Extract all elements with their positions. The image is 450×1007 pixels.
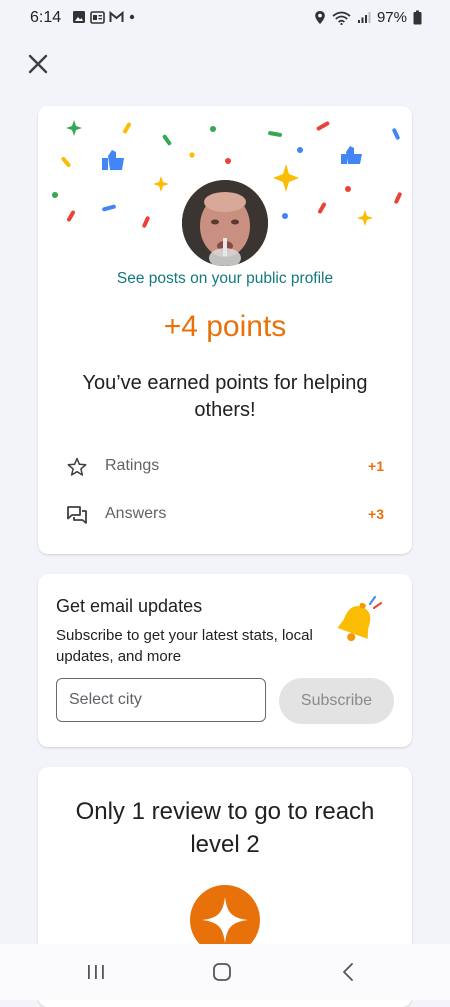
battery-percent: 97% [376, 9, 407, 26]
wifi-icon [332, 11, 351, 25]
select-city-input[interactable] [56, 678, 266, 722]
stat-value: +3 [368, 506, 384, 522]
email-card-description: Subscribe to get your latest stats, loca… [56, 627, 313, 665]
stat-label: Ratings [105, 457, 160, 474]
news-icon [90, 10, 105, 24]
home-icon[interactable] [212, 962, 232, 982]
qa-icon [67, 506, 87, 524]
system-nav-bar [0, 944, 450, 1000]
stat-row-ratings: Ratings +1 [38, 452, 412, 482]
recent-apps-icon[interactable] [84, 962, 108, 982]
stat-label: Answers [105, 505, 167, 522]
points-earned: +4 points [163, 310, 287, 343]
location-icon [315, 11, 325, 24]
status-time: 6:14 [30, 9, 62, 26]
email-card-title: Get email updates [56, 596, 203, 616]
status-bar: 6:14 97% [0, 0, 450, 38]
public-profile-link[interactable]: See posts on your public profile [38, 270, 412, 288]
subscribe-button[interactable]: Subscribe [279, 678, 394, 724]
email-updates-card: Get email updates Subscribe to get your … [38, 574, 412, 747]
image-icon [73, 11, 85, 23]
bell-icon [337, 596, 382, 642]
profile-avatar[interactable] [182, 180, 268, 266]
star-outline-icon [67, 457, 87, 476]
dot-icon [129, 14, 135, 20]
signal-icon [357, 12, 371, 23]
profile-photo [182, 180, 268, 266]
battery-icon [413, 10, 422, 25]
close-icon [28, 54, 48, 74]
back-icon[interactable] [340, 962, 356, 982]
earned-message: You’ve earned points for helping others! [82, 372, 368, 421]
gmail-icon [109, 11, 124, 22]
close-button[interactable] [24, 50, 52, 78]
level-progress-title: Only 1 review to go to reach level 2 [75, 798, 375, 858]
points-card: See posts on your public profile +4 poin… [38, 106, 412, 554]
stat-row-answers: Answers +3 [38, 500, 412, 530]
stat-value: +1 [368, 458, 384, 474]
